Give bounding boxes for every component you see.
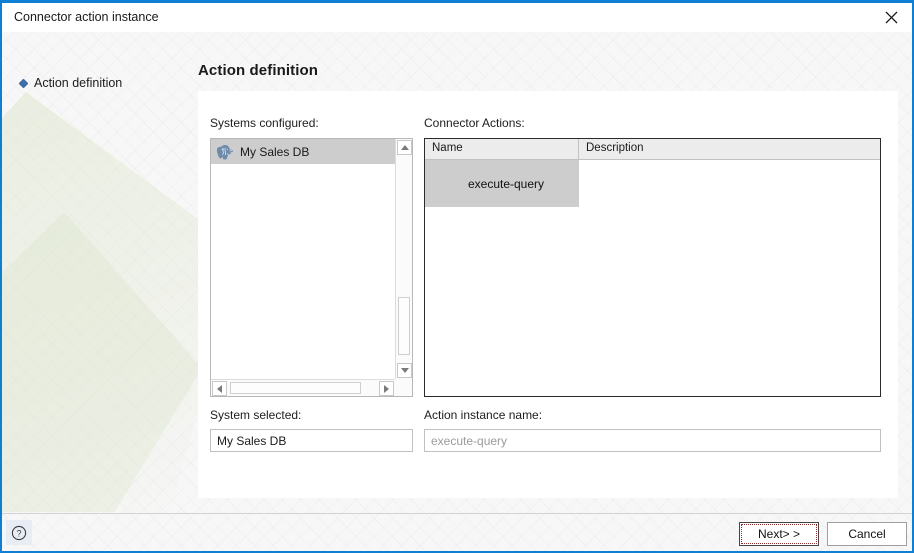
triangle-left-glyph [217,384,222,393]
footer-separator [2,513,912,514]
cancel-button[interactable]: Cancel [827,522,907,546]
sidebar-item-label: Action definition [34,76,123,90]
triangle-down-glyph [400,368,409,373]
title-bar: Connector action instance [2,3,912,33]
scrollbar-corner [395,379,412,396]
diamond-bullet-icon [18,78,29,88]
scroll-up-icon[interactable] [397,140,412,155]
action-instance-name-label: Action instance name: [424,408,543,422]
scroll-right-icon[interactable] [379,381,394,396]
scroll-left-icon[interactable] [212,381,227,396]
table-row[interactable]: execute-query [425,160,880,207]
svg-text:?: ? [16,528,21,538]
dialog-body: Action definition Action definition Syst… [2,32,912,551]
scroll-down-icon[interactable] [397,363,412,378]
vertical-scrollbar-thumb[interactable] [398,297,410,355]
triangle-up-glyph [400,145,409,150]
listbox-horizontal-scrollbar[interactable] [211,379,395,396]
listbox-vertical-scrollbar[interactable] [395,139,412,379]
connector-actions-table[interactable]: Name Description execute-query [424,138,881,397]
help-icon[interactable]: ? [6,520,32,545]
cell-description[interactable] [579,160,880,207]
triangle-right-glyph [384,384,389,393]
postgresql-icon [216,144,233,160]
list-item-label: My Sales DB [240,144,310,159]
content-panel: Systems configured: My Sales DB Connecto… [198,91,898,498]
table-header-row: Name Description [425,139,880,160]
cell-name[interactable]: execute-query [425,160,579,207]
systems-configured-label: Systems configured: [210,116,319,130]
column-header-name[interactable]: Name [425,139,579,159]
close-icon[interactable] [870,3,912,32]
system-selected-label: System selected: [210,408,302,422]
list-item[interactable]: My Sales DB [211,139,395,164]
column-header-description[interactable]: Description [579,139,880,159]
sidebar-item-action-definition[interactable]: Action definition [18,76,123,90]
systems-configured-listbox[interactable]: My Sales DB [210,138,413,397]
connector-actions-label: Connector Actions: [424,116,525,130]
next-button[interactable]: Next> > [739,522,819,546]
systems-list: My Sales DB [211,139,395,379]
window-title: Connector action instance [14,10,159,24]
dialog-window: Connector action instance Action definit… [0,0,914,553]
system-selected-input[interactable]: My Sales DB [210,429,413,452]
horizontal-scrollbar-thumb[interactable] [230,382,361,394]
action-instance-name-input[interactable]: execute-query [424,429,881,452]
wizard-steps-nav: Action definition [2,32,198,551]
page-title: Action definition [198,62,319,79]
